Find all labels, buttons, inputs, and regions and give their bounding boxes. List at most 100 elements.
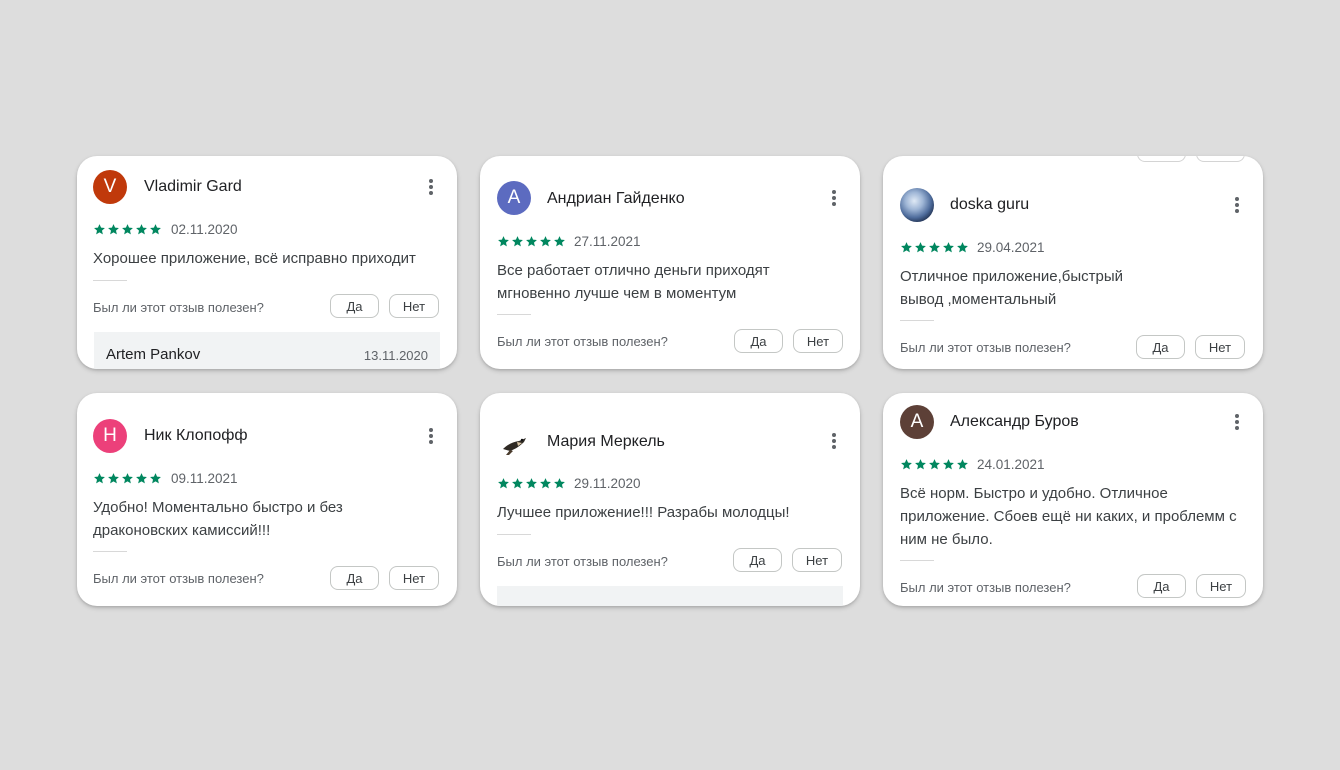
avatar: А [900,405,934,439]
star-icon [554,236,565,247]
star-icon [108,224,119,235]
review-text: Удобно! Моментально быстро и без драконо… [93,499,343,539]
review-date: 29.04.2021 [977,240,1045,255]
review-text: Отличное приложение,быстрый вывод ,момен… [900,268,1124,308]
helpful-yes-button[interactable]: Да [1136,335,1185,359]
divider [497,534,531,535]
review-card-maria-merkel: Мария Меркель 29.11.2020 Лучшее приложен… [480,393,860,606]
review-date: 29.11.2020 [574,476,641,491]
star-icon [540,478,551,489]
review-author: Александр Буров [950,413,1079,430]
star-icon [150,473,161,484]
avatar: А [497,181,531,215]
divider [497,314,531,315]
bird-icon [503,438,526,455]
reply-author: Artem Pankov [106,346,201,363]
helpful-no-button[interactable]: Нет [389,294,439,318]
divider [900,560,934,561]
more-options-icon[interactable] [1230,412,1244,432]
review-card-aleksandr-burov: А Александр Буров 24.01.2021 Всё норм. Б… [883,393,1263,606]
review-author: Мария Меркель [547,433,665,450]
star-icon [943,242,954,253]
star-icon [901,242,912,253]
star-icon [94,473,105,484]
more-options-icon[interactable] [827,188,841,208]
review-card-nik-klopoff: Н Ник Клопофф 09.11.2021 Удобно! Момента… [77,393,457,606]
developer-reply [497,586,843,606]
star-rating [497,235,566,248]
helpful-yes-button[interactable]: Да [330,294,379,318]
star-icon [136,224,147,235]
previous-yes-button-edge [1137,156,1186,162]
star-icon [929,459,940,470]
star-icon [498,478,509,489]
divider [900,320,934,321]
star-icon [512,236,523,247]
star-icon [526,478,537,489]
helpful-question: Был ли этот отзыв полезен? [93,571,264,586]
divider [93,280,127,281]
star-icon [108,473,119,484]
avatar: Н [93,419,127,453]
star-icon [957,459,968,470]
star-icon [512,478,523,489]
helpful-no-button[interactable]: Нет [389,566,439,590]
more-options-icon[interactable] [1230,195,1244,215]
more-options-icon[interactable] [424,426,438,446]
helpful-yes-button[interactable]: Да [734,329,783,353]
star-icon [150,224,161,235]
helpful-question: Был ли этот отзыв полезен? [900,580,1071,595]
star-icon [540,236,551,247]
star-icon [122,224,133,235]
reply-date: 13.11.2020 [363,348,428,363]
review-card-andrian-gaidenko: А Андриан Гайденко 27.11.2021 Все работа… [480,156,860,369]
review-text: Лучшее приложение!!! Разрабы молодцы! [497,504,790,521]
earth-photo-avatar-icon [900,188,934,222]
star-icon [957,242,968,253]
review-date: 24.01.2021 [977,457,1045,472]
review-date: 02.11.2020 [171,222,238,237]
helpful-no-button[interactable]: Нет [792,548,842,572]
review-author: Vladimir Gard [144,178,242,195]
review-author: Андриан Гайденко [547,190,685,207]
star-rating [497,477,566,490]
developer-reply: Artem Pankov 13.11.2020 [94,332,440,369]
review-card-doska-guru: doska guru 29.04.2021 Отличное приложени… [883,156,1263,369]
star-icon [136,473,147,484]
more-options-icon[interactable] [424,177,438,197]
star-icon [915,242,926,253]
helpful-question: Был ли этот отзыв полезен? [93,300,264,315]
star-icon [94,224,105,235]
review-text: Хорошее приложение, всё исправно приходи… [93,250,416,267]
helpful-yes-button[interactable]: Да [330,566,379,590]
review-card-vladimir-gard: V Vladimir Gard 02.11.2020 Хорошее прило… [77,156,457,369]
review-date: 27.11.2021 [574,234,641,249]
star-icon [943,459,954,470]
bird-photo-avatar-icon [497,428,531,462]
helpful-no-button[interactable]: Нет [1196,574,1246,598]
previous-no-button-edge [1196,156,1245,162]
star-icon [554,478,565,489]
star-icon [122,473,133,484]
helpful-question: Был ли этот отзыв полезен? [900,340,1071,355]
helpful-question: Был ли этот отзыв полезен? [497,554,668,569]
divider [93,551,127,552]
avatar: V [93,170,127,204]
star-rating [900,241,969,254]
review-author: Ник Клопофф [144,427,248,444]
star-icon [915,459,926,470]
helpful-yes-button[interactable]: Да [1137,574,1186,598]
helpful-no-button[interactable]: Нет [1195,335,1245,359]
star-icon [526,236,537,247]
star-icon [498,236,509,247]
review-date: 09.11.2021 [171,471,238,486]
helpful-yes-button[interactable]: Да [733,548,782,572]
star-rating [900,458,969,471]
review-text: Всё норм. Быстро и удобно. Отличное прил… [900,485,1237,548]
helpful-no-button[interactable]: Нет [793,329,843,353]
review-author: doska guru [950,196,1030,213]
star-rating [93,472,162,485]
more-options-icon[interactable] [827,431,841,451]
star-icon [901,459,912,470]
helpful-question: Был ли этот отзыв полезен? [497,334,668,349]
